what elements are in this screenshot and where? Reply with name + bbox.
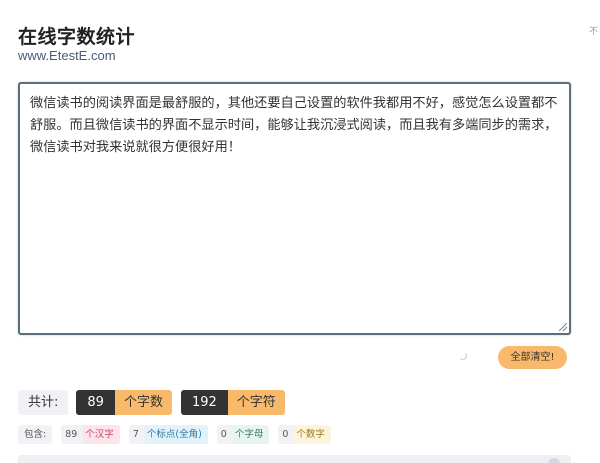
digit-unit: 个数字 (294, 425, 331, 444)
symbols-count-pill: 192 个字符 (180, 390, 285, 415)
punct-tag: 7 个标点(全角) (128, 425, 208, 444)
text-input-content: 微信读书的阅读界面是最舒服的，其他还要自己设置的软件我都用不好，感觉怎么设置都不… (30, 96, 558, 155)
hanzi-tag: 89 个汉字 (61, 425, 120, 444)
site-url[interactable]: www.EtestE.com (18, 48, 116, 63)
corner-text: 不 (589, 27, 599, 37)
clear-all-button[interactable]: 全部清空! (498, 346, 567, 369)
chars-count-unit: 个字数 (114, 390, 172, 415)
letter-count: 0 (220, 429, 227, 440)
summary-bar: 共计: 89 个字数 192 个字符 (18, 390, 294, 415)
chars-count-value: 89 (76, 390, 115, 415)
letter-unit: 个字母 (232, 425, 270, 444)
symbols-count-unit: 个字符 (227, 390, 285, 415)
punct-count: 7 (132, 429, 139, 440)
chars-count-pill: 89 个字数 (76, 390, 172, 415)
bottom-circle-icon (548, 458, 560, 463)
punct-unit: 个标点(全角) (144, 425, 208, 444)
loading-spinner-icon (459, 352, 467, 360)
letter-tag: 0 个字母 (216, 425, 270, 444)
details-bar: 包含: 89 个汉字 7 个标点(全角) 0 个字母 0 个数字 (18, 425, 340, 444)
hanzi-unit: 个汉字 (83, 425, 120, 444)
digit-count: 0 (282, 429, 289, 440)
details-label: 包含: (24, 429, 47, 440)
symbols-count-value: 192 (180, 390, 228, 415)
bottom-panel (18, 455, 571, 463)
page-title: 在线字数统计 (18, 26, 136, 48)
resize-handle-icon[interactable] (559, 323, 567, 331)
summary-label: 共计: (18, 390, 69, 415)
hanzi-count: 89 (65, 429, 78, 440)
details-label-tag: 包含: (18, 425, 53, 444)
digit-tag: 0 个数字 (278, 425, 331, 444)
text-input-area[interactable]: 微信读书的阅读界面是最舒服的，其他还要自己设置的软件我都用不好，感觉怎么设置都不… (18, 82, 571, 335)
